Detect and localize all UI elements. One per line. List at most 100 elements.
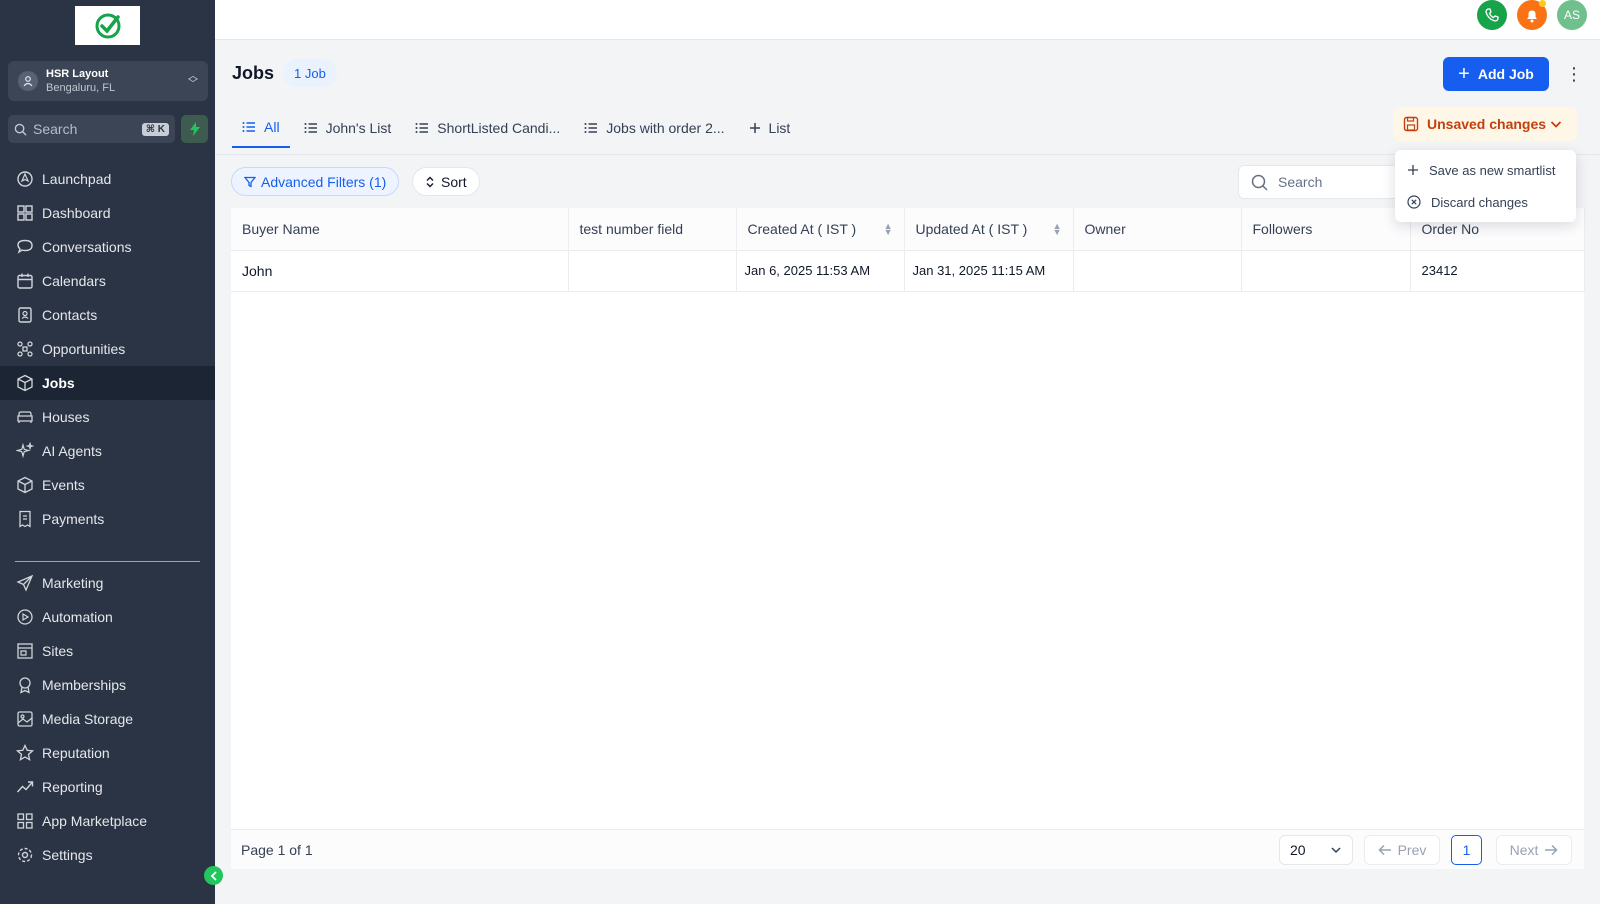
arrow-left-icon	[1378, 844, 1391, 856]
prev-page-button[interactable]: Prev	[1364, 835, 1440, 865]
sidebar-item-automation[interactable]: Automation	[0, 600, 215, 634]
sidebar-item-dashboard[interactable]: Dashboard	[0, 196, 215, 230]
search-input[interactable]	[1278, 174, 1388, 190]
add-job-button[interactable]: + Add Job	[1443, 57, 1549, 91]
tabs-divider	[215, 154, 1600, 155]
column-header-test-number-field[interactable]: test number field	[568, 208, 737, 251]
close-circle-icon	[1407, 195, 1421, 209]
chevron-left-icon	[210, 870, 217, 881]
cube-icon	[17, 374, 33, 392]
app-logo[interactable]	[75, 6, 140, 45]
sort-button[interactable]: Sort	[412, 167, 480, 196]
sparkles-icon	[16, 442, 34, 459]
sidebar-item-label: Reputation	[42, 745, 110, 761]
column-label: Updated At ( IST )	[915, 220, 1028, 237]
chat-bubble-icon	[17, 239, 33, 254]
phone-button[interactable]	[1477, 0, 1507, 30]
gear-icon	[17, 847, 33, 863]
sidebar-item-memberships[interactable]: Memberships	[0, 668, 215, 702]
sidebar-item-label: Marketing	[42, 575, 104, 591]
page-title: Jobs	[232, 63, 275, 83]
cell-test-number-field[interactable]	[568, 250, 737, 292]
cell-followers[interactable]	[1241, 250, 1411, 292]
bell-icon	[1527, 10, 1537, 22]
tab-all[interactable]: All	[232, 108, 290, 148]
sidebar-item-events[interactable]: Events	[0, 468, 215, 502]
tab-jobs-with-order-2[interactable]: Jobs with order 2...	[574, 108, 734, 148]
add-list-tab[interactable]: List	[739, 108, 801, 148]
sidebar-item-label: Reporting	[42, 779, 103, 795]
cell-buyer-name[interactable]: John	[231, 250, 569, 292]
sidebar-item-reputation[interactable]: Reputation	[0, 736, 215, 770]
discard-changes-option[interactable]: Discard changes	[1395, 186, 1576, 218]
lightning-bolt-icon	[189, 122, 200, 136]
sidebar-item-reporting[interactable]: Reporting	[0, 770, 215, 804]
sidebar-item-label: Conversations	[42, 239, 132, 255]
table-header-row: Buyer Name test number field Created At …	[231, 208, 1585, 251]
trend-icon	[16, 781, 34, 793]
sidebar-item-launchpad[interactable]: Launchpad	[0, 162, 215, 196]
sort-icon	[426, 176, 434, 187]
sidebar-item-label: Settings	[42, 847, 93, 863]
sidebar-item-calendars[interactable]: Calendars	[0, 264, 215, 298]
tab-shortlisted-candi[interactable]: ShortListed Candi...	[405, 108, 570, 148]
table-row[interactable]: John Jan 6, 2025 11:53 AM Jan 31, 2025 1…	[231, 250, 1585, 292]
sidebar-item-settings[interactable]: Settings	[0, 838, 215, 872]
sidebar-search[interactable]: Search ⌘ K	[8, 115, 175, 143]
sidebar-item-app-marketplace[interactable]: App Marketplace	[0, 804, 215, 830]
column-header-owner[interactable]: Owner	[1073, 208, 1242, 251]
plus-icon	[1408, 165, 1418, 175]
cell-created-at: Jan 6, 2025 11:53 AM	[736, 250, 905, 292]
cell-order-no[interactable]: 23412	[1410, 250, 1585, 292]
sidebar-item-contacts[interactable]: Contacts	[0, 298, 215, 332]
tab-john-s-list[interactable]: John's List	[294, 108, 402, 148]
sidebar-item-jobs[interactable]: Jobs	[0, 366, 215, 400]
column-header-followers[interactable]: Followers	[1241, 208, 1411, 251]
notification-dot	[1539, 0, 1546, 7]
sidebar-item-opportunities[interactable]: Opportunities	[0, 332, 215, 366]
sidebar-item-label: Media Storage	[42, 711, 134, 727]
sidebar-item-sites[interactable]: Sites	[0, 634, 215, 668]
column-header-updated-at[interactable]: Updated At ( IST ) ▲ ▼	[904, 208, 1074, 251]
page-number-current[interactable]: 1	[1451, 835, 1482, 865]
more-options-icon[interactable]: ⋮	[1564, 62, 1584, 86]
sidebar-item-payments[interactable]: Payments	[0, 502, 215, 536]
sidebar-item-ai-agents[interactable]: AI Agents	[0, 434, 215, 468]
next-page-button[interactable]: Next	[1496, 835, 1572, 865]
column-header-buyer-name[interactable]: Buyer Name	[231, 208, 569, 251]
notifications-button[interactable]	[1517, 0, 1547, 30]
sidebar-item-houses[interactable]: Houses	[0, 400, 215, 434]
filter-icon	[244, 176, 256, 188]
column-label: Order No	[1421, 220, 1480, 237]
floppy-disk-icon	[1403, 116, 1419, 132]
sidebar-item-media-storage[interactable]: Media Storage	[0, 702, 215, 736]
sort-toggle-icon[interactable]: ▲ ▼	[884, 221, 893, 236]
cell-updated-at: Jan 31, 2025 11:15 AM	[904, 250, 1074, 292]
checkmark-logo-icon	[95, 13, 120, 38]
column-label: Created At ( IST )	[747, 220, 857, 237]
advanced-filters-button[interactable]: Advanced Filters (1)	[231, 167, 400, 196]
quick-action-button[interactable]	[181, 115, 208, 143]
search-shortcut: ⌘ K	[141, 122, 169, 136]
column-header-created-at[interactable]: Created At ( IST ) ▲ ▼	[736, 208, 905, 251]
sites-icon	[17, 643, 33, 659]
cell-owner[interactable]	[1073, 250, 1242, 292]
sort-toggle-icon[interactable]: ▲ ▼	[1053, 221, 1062, 236]
sidebar-item-marketing[interactable]: Marketing	[0, 566, 215, 600]
column-label: Followers	[1252, 220, 1313, 237]
save-as-smartlist-option[interactable]: Save as new smartlist	[1395, 154, 1576, 186]
sidebar-item-label: AI Agents	[42, 443, 102, 459]
tab-label: All	[264, 119, 280, 135]
column-label: Buyer Name	[242, 220, 320, 237]
user-avatar[interactable]: AS	[1557, 0, 1587, 30]
location-switcher[interactable]: HSR Layout Bengaluru, FL ︿ ﹀	[8, 61, 208, 101]
tab-label: ShortListed Candi...	[437, 120, 561, 136]
sidebar-item-conversations[interactable]: Conversations	[0, 230, 215, 264]
jobs-search[interactable]	[1238, 165, 1408, 199]
pagination-bar: Page 1 of 1 20 Prev 1 Next	[231, 829, 1584, 869]
contacts-icon	[18, 307, 32, 323]
page-size-select[interactable]: 20	[1279, 835, 1353, 865]
unsaved-changes-button[interactable]: Unsaved changes	[1393, 107, 1577, 141]
send-icon	[16, 574, 34, 592]
collapse-sidebar-button[interactable]	[204, 866, 223, 885]
